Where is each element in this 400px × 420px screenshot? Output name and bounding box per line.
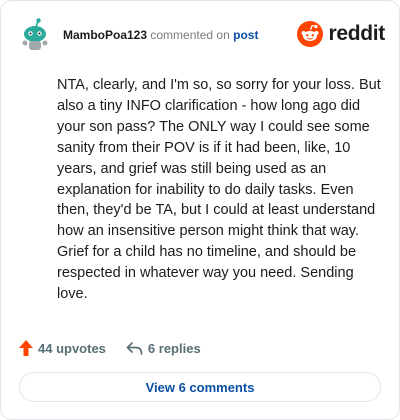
- upvote-arrow-icon: [19, 340, 33, 356]
- view-comments-button[interactable]: View 6 comments: [19, 372, 381, 402]
- comment-text: NTA, clearly, and I'm so, so sorry for y…: [57, 77, 381, 303]
- reply-count: 6 replies: [147, 340, 201, 356]
- reddit-brand[interactable]: reddit: [297, 21, 385, 47]
- reply-arrow-icon: [126, 342, 143, 355]
- snoo-avatar-icon[interactable]: [17, 17, 53, 53]
- reply-button[interactable]: 6 replies: [126, 341, 201, 356]
- upvote-button[interactable]: 44 upvotes: [19, 340, 106, 356]
- reddit-wordmark: reddit: [328, 22, 385, 45]
- comment-card: MamboPoa123 commented on post reddit NTA…: [0, 0, 400, 420]
- commented-on-text: commented on: [150, 28, 230, 42]
- comment-byline: MamboPoa123 commented on post: [63, 27, 258, 43]
- comment-actions: 44 upvotes 6 replies: [19, 337, 201, 359]
- author-name[interactable]: MamboPoa123: [63, 28, 147, 42]
- reddit-snoo-icon: [297, 21, 324, 47]
- upvote-count: 44 upvotes: [38, 340, 106, 356]
- comment-header: MamboPoa123 commented on post reddit: [17, 17, 385, 53]
- post-link[interactable]: post: [233, 28, 258, 42]
